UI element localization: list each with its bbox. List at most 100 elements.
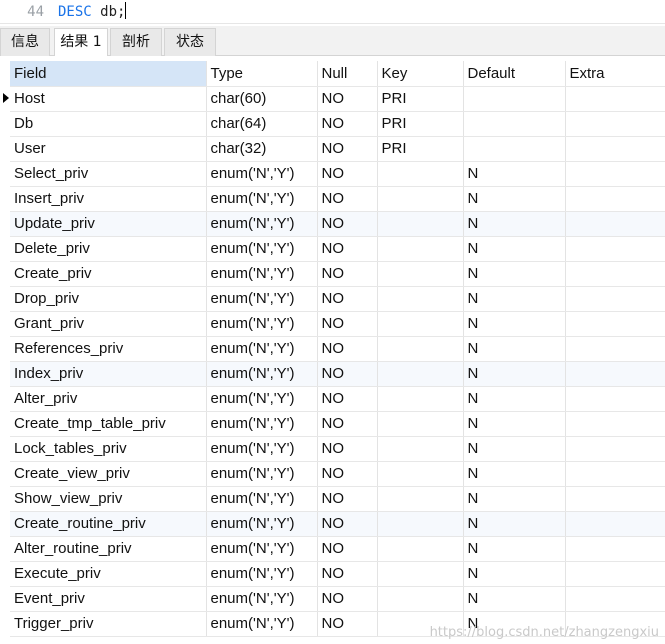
cell-field[interactable]: Select_priv	[10, 161, 207, 187]
cell-key[interactable]	[377, 361, 464, 387]
cell-type[interactable]: enum('N','Y')	[206, 436, 318, 462]
table-row[interactable]: Index_priv enum('N','Y') NO N	[10, 361, 665, 387]
cell-type[interactable]: char(60)	[206, 86, 318, 112]
cell-default[interactable]: N	[463, 211, 566, 237]
column-header-field[interactable]: Field	[10, 61, 207, 87]
table-row[interactable]: Drop_priv enum('N','Y') NO N	[10, 286, 665, 312]
cell-null[interactable]: NO	[317, 86, 378, 112]
cell-null[interactable]: NO	[317, 586, 378, 612]
cell-default[interactable]: N	[463, 561, 566, 587]
cell-field[interactable]: Show_view_priv	[10, 486, 207, 512]
cell-field[interactable]: Delete_priv	[10, 236, 207, 262]
cell-default[interactable]	[463, 86, 566, 112]
column-header-type[interactable]: Type	[206, 61, 318, 87]
sql-editor[interactable]: 44 DESC db;	[0, 0, 665, 24]
cell-extra[interactable]	[565, 311, 665, 337]
cell-default[interactable]: N	[463, 286, 566, 312]
cell-null[interactable]: NO	[317, 436, 378, 462]
cell-extra[interactable]	[565, 536, 665, 562]
cell-default[interactable]: N	[463, 361, 566, 387]
cell-field[interactable]: Db	[10, 111, 207, 137]
cell-key[interactable]	[377, 336, 464, 362]
cell-field[interactable]: User	[10, 136, 207, 162]
cell-null[interactable]: NO	[317, 611, 378, 637]
cell-key[interactable]: PRI	[377, 111, 464, 137]
tab-status[interactable]: 状态	[164, 28, 216, 56]
table-row[interactable]: References_priv enum('N','Y') NO N	[10, 336, 665, 362]
cell-type[interactable]: enum('N','Y')	[206, 536, 318, 562]
table-row[interactable]: Execute_priv enum('N','Y') NO N	[10, 561, 665, 587]
result-grid[interactable]: Field Type Null Key Default Extra Host ch…	[0, 56, 665, 644]
cell-field[interactable]: Index_priv	[10, 361, 207, 387]
cell-field[interactable]: Create_routine_priv	[10, 511, 207, 537]
table-row[interactable]: Grant_priv enum('N','Y') NO N	[10, 311, 665, 337]
cell-extra[interactable]	[565, 461, 665, 487]
cell-null[interactable]: NO	[317, 161, 378, 187]
table-row[interactable]: User char(32) NO PRI	[10, 136, 665, 162]
tab-profile[interactable]: 剖析	[110, 28, 162, 56]
table-row[interactable]: Show_view_priv enum('N','Y') NO N	[10, 486, 665, 512]
cell-field[interactable]: Create_view_priv	[10, 461, 207, 487]
tab-result-1[interactable]: 结果 1	[54, 28, 108, 57]
cell-field[interactable]: Create_priv	[10, 261, 207, 287]
cell-type[interactable]: enum('N','Y')	[206, 486, 318, 512]
cell-field[interactable]: Drop_priv	[10, 286, 207, 312]
table-row[interactable]: Alter_routine_priv enum('N','Y') NO N	[10, 536, 665, 562]
cell-default[interactable]: N	[463, 461, 566, 487]
cell-default[interactable]: N	[463, 186, 566, 212]
table-row[interactable]: Event_priv enum('N','Y') NO N	[10, 586, 665, 612]
cell-default[interactable]	[463, 136, 566, 162]
cell-extra[interactable]	[565, 586, 665, 612]
cell-null[interactable]: NO	[317, 261, 378, 287]
cell-null[interactable]: NO	[317, 211, 378, 237]
cell-null[interactable]: NO	[317, 111, 378, 137]
cell-key[interactable]	[377, 186, 464, 212]
table-row[interactable]: Update_priv enum('N','Y') NO N	[10, 211, 665, 237]
cell-key[interactable]	[377, 386, 464, 412]
cell-extra[interactable]	[565, 161, 665, 187]
cell-extra[interactable]	[565, 286, 665, 312]
cell-extra[interactable]	[565, 186, 665, 212]
cell-null[interactable]: NO	[317, 486, 378, 512]
cell-key[interactable]: PRI	[377, 86, 464, 112]
table-row[interactable]: Db char(64) NO PRI	[10, 111, 665, 137]
cell-key[interactable]	[377, 211, 464, 237]
table-row[interactable]: Lock_tables_priv enum('N','Y') NO N	[10, 436, 665, 462]
cell-default[interactable]: N	[463, 236, 566, 262]
cell-default[interactable]: N	[463, 586, 566, 612]
cell-default[interactable]	[463, 111, 566, 137]
cell-type[interactable]: enum('N','Y')	[206, 261, 318, 287]
cell-default[interactable]: N	[463, 411, 566, 437]
cell-extra[interactable]	[565, 336, 665, 362]
cell-key[interactable]	[377, 436, 464, 462]
cell-type[interactable]: enum('N','Y')	[206, 461, 318, 487]
cell-extra[interactable]	[565, 486, 665, 512]
sql-code-line[interactable]: DESC db;	[58, 0, 127, 24]
cell-field[interactable]: Grant_priv	[10, 311, 207, 337]
cell-type[interactable]: enum('N','Y')	[206, 586, 318, 612]
cell-field[interactable]: Alter_priv	[10, 386, 207, 412]
cell-extra[interactable]	[565, 111, 665, 137]
cell-field[interactable]: Host	[10, 86, 207, 112]
cell-type[interactable]: enum('N','Y')	[206, 286, 318, 312]
cell-default[interactable]: N	[463, 161, 566, 187]
table-row[interactable]: Insert_priv enum('N','Y') NO N	[10, 186, 665, 212]
table-row[interactable]: Create_view_priv enum('N','Y') NO N	[10, 461, 665, 487]
cell-field[interactable]: Lock_tables_priv	[10, 436, 207, 462]
cell-null[interactable]: NO	[317, 561, 378, 587]
cell-null[interactable]: NO	[317, 136, 378, 162]
cell-key[interactable]: PRI	[377, 136, 464, 162]
table-row[interactable]: Create_priv enum('N','Y') NO N	[10, 261, 665, 287]
cell-extra[interactable]	[565, 136, 665, 162]
cell-key[interactable]	[377, 236, 464, 262]
cell-null[interactable]: NO	[317, 336, 378, 362]
cell-extra[interactable]	[565, 86, 665, 112]
cell-type[interactable]: enum('N','Y')	[206, 386, 318, 412]
cell-type[interactable]: enum('N','Y')	[206, 211, 318, 237]
cell-default[interactable]: N	[463, 511, 566, 537]
column-header-extra[interactable]: Extra	[565, 61, 665, 87]
cell-default[interactable]: N	[463, 261, 566, 287]
cell-key[interactable]	[377, 161, 464, 187]
tab-info[interactable]: 信息	[0, 28, 50, 56]
cell-extra[interactable]	[565, 411, 665, 437]
